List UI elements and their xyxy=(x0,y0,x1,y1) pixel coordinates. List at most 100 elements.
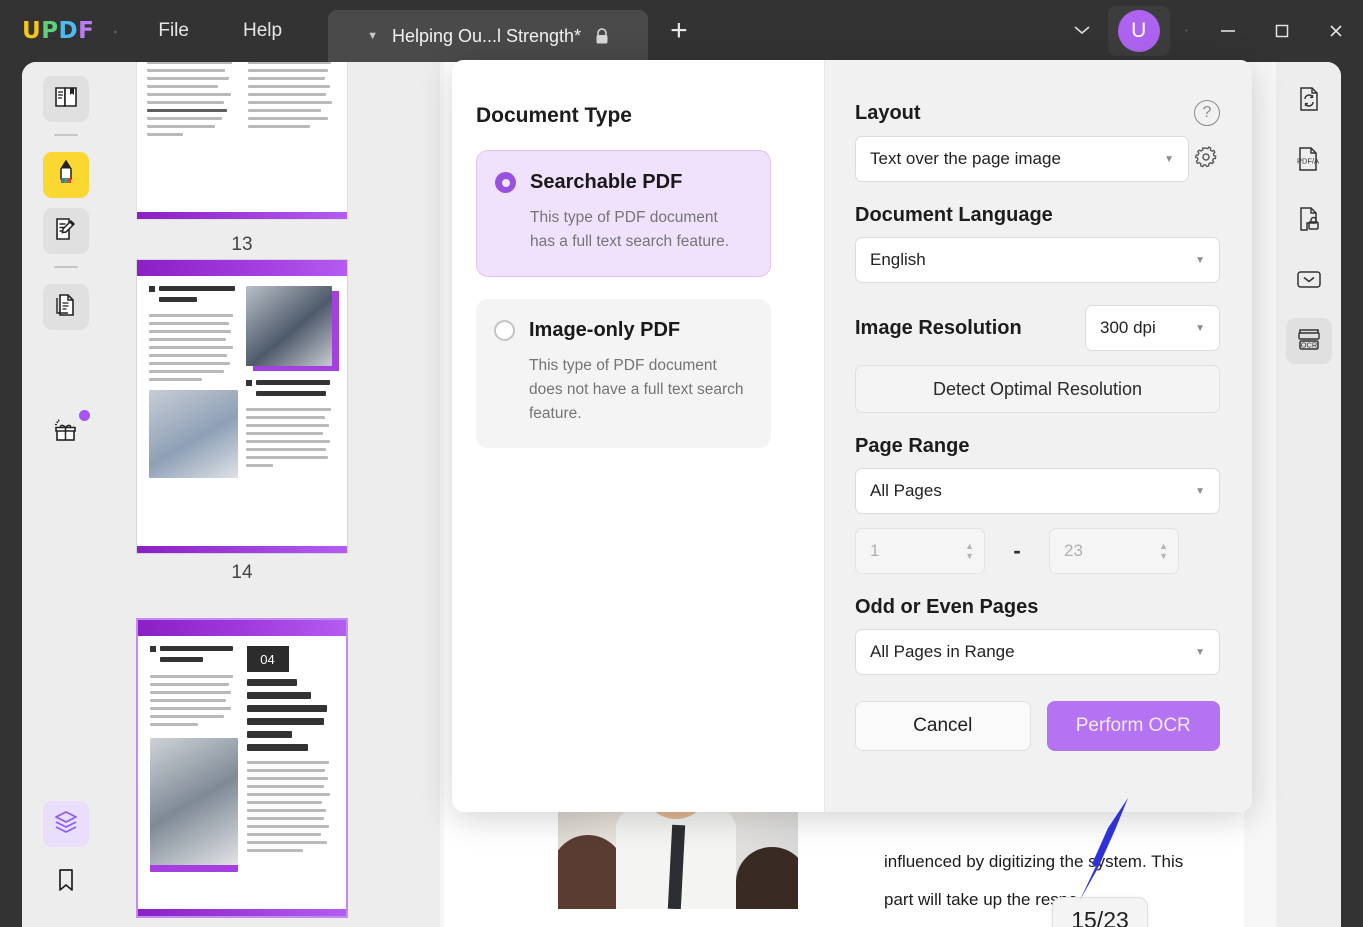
stepper-up-icon[interactable]: ▲ xyxy=(1159,543,1168,550)
bookmark-icon xyxy=(55,867,77,898)
document-tab-title: Helping Ou...l Strength* xyxy=(392,26,581,47)
sidebar-item-share[interactable] xyxy=(1286,258,1332,304)
gear-icon[interactable] xyxy=(1192,143,1220,176)
page-range-from-input[interactable]: 1 ▲ ▼ xyxy=(855,528,985,574)
dialog-buttons: Cancel Perform OCR xyxy=(855,701,1220,751)
page-range-to-value: 23 xyxy=(1064,541,1159,561)
organize-pages-icon xyxy=(53,292,79,323)
document-language-heading: Document Language xyxy=(855,204,1220,227)
page-accent-bar xyxy=(138,909,346,916)
svg-text:PDF/A: PDF/A xyxy=(1296,156,1318,165)
perform-ocr-button[interactable]: Perform OCR xyxy=(1047,701,1221,751)
odd-or-even-heading: Odd or Even Pages xyxy=(855,596,1220,619)
layout-row: Text over the page image ▼ xyxy=(855,136,1220,182)
document-language-select[interactable]: English ▼ xyxy=(855,237,1220,283)
stepper-arrows[interactable]: ▲ ▼ xyxy=(965,543,974,560)
image-resolution-select[interactable]: 300 dpi ▼ xyxy=(1085,305,1220,351)
window-controls: U · xyxy=(1056,0,1363,62)
detect-optimal-resolution-button[interactable]: Detect Optimal Resolution xyxy=(855,365,1220,413)
option-searchable-pdf-label: Searchable PDF xyxy=(530,171,682,194)
layout-heading: Layout xyxy=(855,102,921,125)
logo-letter-u: U xyxy=(22,18,41,44)
odd-or-even-select[interactable]: All Pages in Range ▼ xyxy=(855,629,1220,675)
sidebar-item-convert[interactable] xyxy=(1286,78,1332,124)
pdf-a-icon: PDF/A xyxy=(1295,146,1323,177)
tab-list-chevron-icon[interactable] xyxy=(1056,21,1108,41)
document-text-line-2: part will take up the respo xyxy=(884,890,1078,910)
sidebar-item-pdfa[interactable]: PDF/A xyxy=(1286,138,1332,184)
page-range-value: All Pages xyxy=(870,481,1195,501)
minimize-button[interactable] xyxy=(1201,0,1255,62)
page-accent-bar xyxy=(137,546,347,553)
sidebar-item-gift[interactable] xyxy=(43,410,89,456)
option-image-only-pdf-description: This type of PDF document does not have … xyxy=(529,354,744,426)
document-tab[interactable]: ▼ Helping Ou...l Strength* xyxy=(328,10,648,62)
sidebar-item-protect[interactable] xyxy=(1286,198,1332,244)
option-searchable-pdf-description: This type of PDF document has a full tex… xyxy=(530,206,745,254)
chevron-down-icon: ▼ xyxy=(1195,647,1205,658)
thumbnail-page-13[interactable] xyxy=(136,62,348,220)
stepper-up-icon[interactable]: ▲ xyxy=(965,543,974,550)
gift-notification-dot xyxy=(79,410,90,421)
lock-icon xyxy=(595,28,609,45)
chevron-down-icon: ▼ xyxy=(1195,255,1205,266)
sidebar-item-comment[interactable] xyxy=(43,152,89,198)
sidebar-item-ocr[interactable]: OCR xyxy=(1286,318,1332,364)
controls-separator: · xyxy=(1172,22,1201,40)
rail-divider-2 xyxy=(54,266,78,268)
close-button[interactable] xyxy=(1309,0,1363,62)
question-mark-icon[interactable]: ? xyxy=(1194,100,1220,126)
ocr-settings-section: Layout ? Text over the page image ▼ Docu… xyxy=(824,60,1252,812)
stepper-down-icon[interactable]: ▼ xyxy=(965,553,974,560)
page-range-inputs: 1 ▲ ▼ - 23 ▲ ▼ xyxy=(855,528,1220,574)
left-toolbar xyxy=(22,62,110,927)
document-type-heading: Document Type xyxy=(476,104,824,128)
chevron-down-icon: ▼ xyxy=(1164,154,1174,165)
sidebar-item-edit-pdf[interactable] xyxy=(43,208,89,254)
thumbnail-panel[interactable]: 13 xyxy=(110,62,440,927)
page-range-to-input[interactable]: 23 ▲ ▼ xyxy=(1049,528,1179,574)
radio-searchable-pdf[interactable] xyxy=(495,172,516,193)
menu-file[interactable]: File xyxy=(144,14,203,48)
chevron-down-icon[interactable]: ▼ xyxy=(367,30,378,42)
page-range-heading: Page Range xyxy=(855,435,1220,458)
page-range-select[interactable]: All Pages ▼ xyxy=(855,468,1220,514)
cancel-button[interactable]: Cancel xyxy=(855,701,1031,751)
right-toolbar: PDF/A xyxy=(1276,62,1341,927)
maximize-button[interactable] xyxy=(1255,0,1309,62)
page-header-bar xyxy=(137,260,347,276)
annotate-highlighter-icon xyxy=(53,159,79,192)
chevron-down-icon: ▼ xyxy=(1195,486,1205,497)
page-accent-bar xyxy=(137,212,347,219)
sidebar-item-bookmark[interactable] xyxy=(43,859,89,905)
image-resolution-value: 300 dpi xyxy=(1100,318,1195,338)
stepper-down-icon[interactable]: ▼ xyxy=(1159,553,1168,560)
protect-pdf-icon xyxy=(1296,206,1322,237)
layers-icon xyxy=(53,809,79,840)
logo-letter-d: D xyxy=(59,18,79,44)
updf-window: UPDF · File Help ▼ Helping Ou...l Streng… xyxy=(0,0,1363,927)
menu-help[interactable]: Help xyxy=(229,14,296,48)
page-indicator[interactable]: 15/23 xyxy=(1052,897,1148,927)
sidebar-item-reader[interactable] xyxy=(43,76,89,122)
thumbnail-page-14[interactable] xyxy=(136,259,348,554)
odd-or-even-value: All Pages in Range xyxy=(870,642,1195,662)
option-image-only-pdf[interactable]: Image-only PDF This type of PDF document… xyxy=(476,299,771,448)
option-image-only-pdf-label: Image-only PDF xyxy=(529,319,680,342)
avatar: U xyxy=(1118,10,1160,52)
stepper-arrows[interactable]: ▲ ▼ xyxy=(1159,543,1168,560)
chevron-down-icon: ▼ xyxy=(1195,323,1205,334)
edit-pdf-icon xyxy=(53,216,79,247)
title-bar: UPDF · File Help ▼ Helping Ou...l Streng… xyxy=(0,0,1363,62)
new-tab-button[interactable]: + xyxy=(670,14,688,48)
thumbnail-page-15[interactable]: 04 xyxy=(136,618,348,918)
sidebar-item-page[interactable] xyxy=(43,284,89,330)
account-button[interactable]: U xyxy=(1108,6,1170,56)
share-email-icon xyxy=(1295,268,1323,295)
layout-select[interactable]: Text over the page image ▼ xyxy=(855,136,1189,182)
document-text-line-1: influenced by digitizing the system. Thi… xyxy=(884,852,1183,872)
option-searchable-pdf[interactable]: Searchable PDF This type of PDF document… xyxy=(476,150,771,277)
radio-image-only-pdf[interactable] xyxy=(494,320,515,341)
svg-text:OCR: OCR xyxy=(1300,340,1316,349)
sidebar-item-layers[interactable] xyxy=(43,801,89,847)
